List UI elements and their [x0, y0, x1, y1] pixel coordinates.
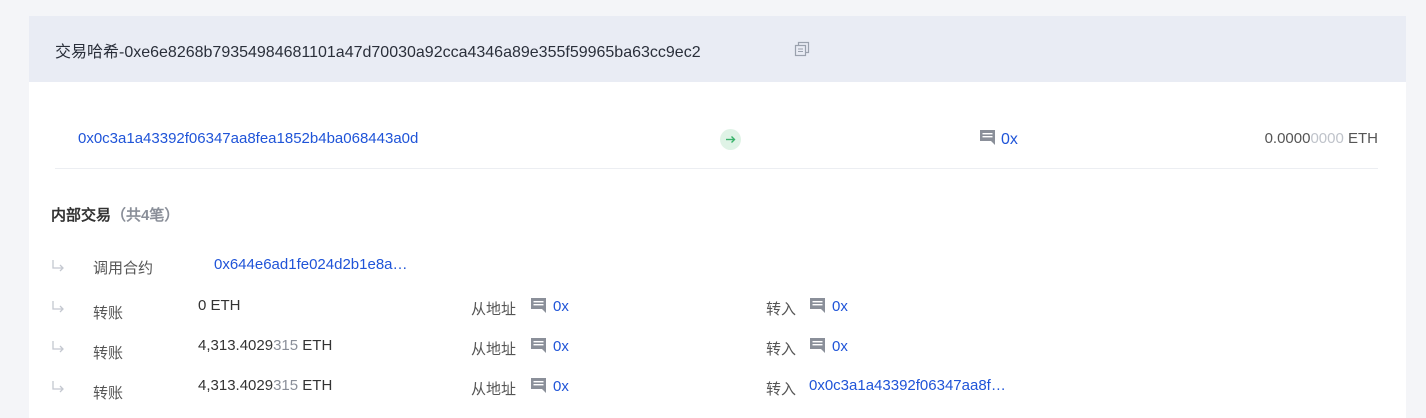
to-address[interactable]: 0x0c3a1a43392f06347aa8f… — [809, 377, 1006, 394]
transfer-amount-main: 4,313.4029 — [198, 337, 274, 354]
internal-tx-row: 调用合约 0x644e6ad1fe024d2b1e8a… — [29, 256, 1406, 280]
internal-tx-type: 转账 — [93, 385, 124, 402]
from-address: 0x — [553, 338, 569, 355]
internal-tx-row: 转账 0 ETH 从地址 0x 转入 0x — [29, 297, 1406, 322]
internal-tx-row: 转账 4,313.4029315 ETH 从地址 0x 转入 0x0c3a1a4… — [29, 377, 1406, 402]
contract-icon — [810, 298, 825, 313]
transfer-amount: 4,313.4029315 ETH — [198, 337, 332, 354]
to-address: 0x — [832, 338, 848, 355]
internal-tx-row: 转账 4,313.4029315 ETH 从地址 0x 转入 0x — [29, 337, 1406, 362]
contract-icon — [531, 298, 546, 313]
to-label: 转入 — [766, 341, 797, 358]
from-address-link[interactable]: 0x — [530, 377, 569, 395]
from-label: 从地址 — [471, 381, 517, 398]
to-address: 0x — [832, 298, 848, 315]
internal-tx-type: 转账 — [93, 305, 124, 322]
internal-tx-title: 内部交易（共4笔） — [51, 204, 179, 225]
transaction-hash-title: 交易哈希-0xe6e8268b79354984681101a47d70030a9… — [55, 44, 701, 61]
to-label: 转入 — [766, 381, 797, 398]
internal-tx-type: 调用合约 — [93, 260, 154, 277]
indent-arrow-icon — [52, 341, 64, 353]
transfer-amount-unit: ETH — [298, 337, 333, 354]
transfer-amount-dim: 315 — [273, 337, 299, 354]
tx-value-unit: ETH — [1343, 130, 1378, 147]
internal-tx-count: （共4笔） — [111, 207, 180, 224]
to-address-link[interactable]: 0x — [809, 337, 848, 355]
from-address-link[interactable]: 0x — [530, 297, 569, 315]
from-address: 0x — [553, 378, 569, 395]
indent-arrow-icon — [52, 260, 64, 272]
tx-value-dim: 0000 — [1310, 130, 1344, 147]
tx-value: 0.00000000 ETH — [1265, 130, 1378, 147]
contract-icon — [810, 338, 825, 353]
to-address-link[interactable]: 0x — [809, 297, 848, 315]
from-address: 0x — [553, 298, 569, 315]
tx-value-main: 0.0000 — [1264, 130, 1311, 147]
internal-tx-label: 内部交易 — [51, 207, 112, 224]
copy-icon[interactable] — [794, 41, 810, 57]
from-label: 从地址 — [471, 341, 517, 358]
contract-icon — [531, 378, 546, 393]
transfer-amount: 4,313.4029315 ETH — [198, 377, 332, 394]
card-header: 交易哈希-0xe6e8268b79354984681101a47d70030a9… — [29, 16, 1406, 82]
from-address-link[interactable]: 0x — [530, 337, 569, 355]
tx-to-address[interactable]: 0x — [1001, 131, 1018, 148]
transfer-amount-unit: ETH — [298, 377, 333, 394]
transfer-amount-dim: 315 — [273, 377, 299, 394]
contract-icon — [531, 338, 546, 353]
tx-to: 0x — [979, 129, 1018, 149]
transfer-amount-main: 4,313.4029 — [198, 377, 274, 394]
indent-arrow-icon — [52, 381, 64, 393]
contract-address[interactable]: 0x644e6ad1fe024d2b1e8a… — [214, 256, 408, 273]
indent-arrow-icon — [52, 301, 64, 313]
arrow-right-icon — [720, 129, 741, 150]
divider — [55, 168, 1378, 169]
tx-from-address[interactable]: 0x0c3a1a43392f06347aa8fea1852b4ba068443a… — [78, 130, 418, 147]
contract-icon — [980, 130, 995, 145]
internal-tx-type: 转账 — [93, 345, 124, 362]
transaction-card: 交易哈希-0xe6e8268b79354984681101a47d70030a9… — [29, 16, 1406, 418]
from-label: 从地址 — [471, 301, 517, 318]
transfer-amount: 0 ETH — [198, 297, 241, 314]
to-label: 转入 — [766, 301, 797, 318]
